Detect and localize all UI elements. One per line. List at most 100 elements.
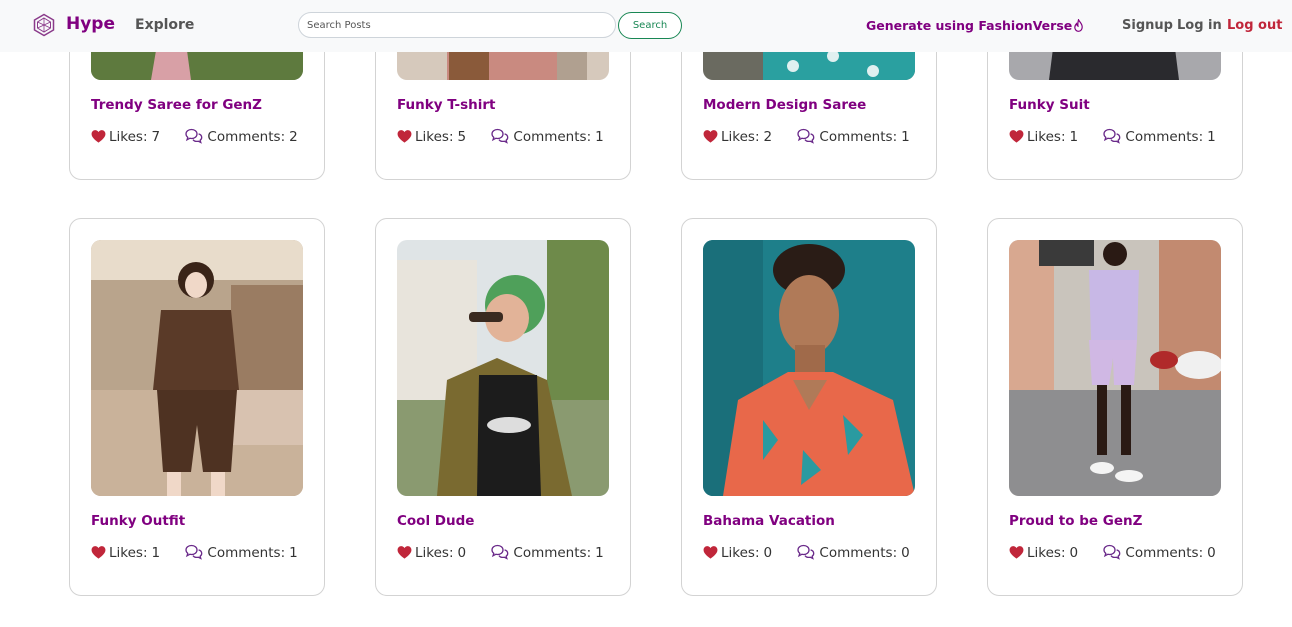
likes-count: 0 <box>763 545 773 561</box>
brand-name[interactable]: Hype <box>66 14 115 34</box>
post-title[interactable]: Trendy Saree for GenZ <box>91 97 262 113</box>
heart-icon <box>703 545 718 560</box>
likes-count: 5 <box>457 129 467 145</box>
comments-button[interactable]: Comments: 1 <box>184 544 298 561</box>
heart-icon <box>703 129 718 144</box>
comments-label: Comments: <box>513 545 592 561</box>
top-navbar: Hype Explore Search Generate using Fashi… <box>0 0 1292 52</box>
post-title[interactable]: Cool Dude <box>397 513 474 529</box>
comments-count: 1 <box>901 129 910 145</box>
comments-count: 1 <box>595 129 604 145</box>
heart-icon <box>91 545 106 560</box>
post-image[interactable] <box>1009 240 1221 496</box>
heart-icon <box>1009 129 1024 144</box>
like-button[interactable]: Likes: 7 <box>91 129 160 145</box>
post-stats: Likes: 7 Comments: 2 <box>91 128 298 145</box>
likes-label: Likes: <box>109 545 148 561</box>
comments-label: Comments: <box>1125 129 1204 145</box>
comments-label: Comments: <box>819 545 898 561</box>
comments-label: Comments: <box>513 129 592 145</box>
comments-button[interactable]: Comments: 1 <box>796 128 910 145</box>
likes-label: Likes: <box>1027 129 1066 145</box>
flame-icon <box>1074 18 1084 32</box>
post-title[interactable]: Funky T-shirt <box>397 97 495 113</box>
likes-label: Likes: <box>415 129 454 145</box>
comments-icon <box>184 544 204 560</box>
comments-label: Comments: <box>207 545 286 561</box>
comments-button[interactable]: Comments: 2 <box>184 128 298 145</box>
like-button[interactable]: Likes: 0 <box>703 545 772 561</box>
comments-button[interactable]: Comments: 1 <box>1102 128 1216 145</box>
post-stats: Likes: 5 Comments: 1 <box>397 128 604 145</box>
likes-label: Likes: <box>109 129 148 145</box>
post-stats: Likes: 2 Comments: 1 <box>703 128 910 145</box>
post-card[interactable]: Proud to be GenZ Likes: 0 Comments: 0 <box>987 218 1243 596</box>
comments-count: 0 <box>901 545 910 561</box>
post-title[interactable]: Funky Outfit <box>91 513 185 529</box>
post-title[interactable]: Bahama Vacation <box>703 513 835 529</box>
post-image[interactable] <box>397 240 609 496</box>
comments-button[interactable]: Comments: 1 <box>490 128 604 145</box>
comments-button[interactable]: Comments: 0 <box>1102 544 1216 561</box>
nav-signup-link[interactable]: Signup <box>1122 18 1173 33</box>
heart-icon <box>1009 545 1024 560</box>
likes-count: 0 <box>457 545 467 561</box>
like-button[interactable]: Likes: 1 <box>91 545 160 561</box>
likes-count: 0 <box>1069 545 1079 561</box>
post-stats: Likes: 1 Comments: 1 <box>1009 128 1216 145</box>
likes-count: 7 <box>151 129 161 145</box>
post-title[interactable]: Funky Suit <box>1009 97 1090 113</box>
likes-label: Likes: <box>721 129 760 145</box>
heart-icon <box>91 129 106 144</box>
post-image[interactable] <box>703 240 915 496</box>
post-title[interactable]: Modern Design Saree <box>703 97 866 113</box>
post-stats: Likes: 1 Comments: 1 <box>91 544 298 561</box>
generate-fashionverse-link[interactable]: Generate using FashionVerse <box>866 18 1084 33</box>
search-input[interactable] <box>298 12 616 38</box>
post-card[interactable]: Funky Outfit Likes: 1 Comments: 1 <box>69 218 325 596</box>
hexagon-logo-icon[interactable] <box>32 13 56 37</box>
comments-icon <box>1102 128 1122 144</box>
comments-label: Comments: <box>207 129 286 145</box>
heart-icon <box>397 545 412 560</box>
heart-icon <box>397 129 412 144</box>
post-stats: Likes: 0 Comments: 1 <box>397 544 604 561</box>
nav-logout-link[interactable]: Log out <box>1227 18 1282 33</box>
comments-count: 1 <box>1207 129 1216 145</box>
comments-label: Comments: <box>1125 545 1204 561</box>
search-button[interactable]: Search <box>618 12 682 39</box>
post-stats: Likes: 0 Comments: 0 <box>703 544 910 561</box>
nav-login-link[interactable]: Log in <box>1177 18 1222 33</box>
like-button[interactable]: Likes: 0 <box>397 545 466 561</box>
like-button[interactable]: Likes: 0 <box>1009 545 1078 561</box>
post-card[interactable]: Bahama Vacation Likes: 0 Comments: 0 <box>681 218 937 596</box>
likes-count: 2 <box>763 129 773 145</box>
likes-count: 1 <box>1069 129 1079 145</box>
likes-label: Likes: <box>1027 545 1066 561</box>
comments-icon <box>1102 544 1122 560</box>
comments-count: 1 <box>289 545 298 561</box>
likes-label: Likes: <box>721 545 760 561</box>
like-button[interactable]: Likes: 1 <box>1009 129 1078 145</box>
comments-button[interactable]: Comments: 0 <box>796 544 910 561</box>
likes-label: Likes: <box>415 545 454 561</box>
comments-icon <box>796 128 816 144</box>
comments-count: 1 <box>595 545 604 561</box>
comments-icon <box>490 128 510 144</box>
comments-label: Comments: <box>819 129 898 145</box>
nav-explore-link[interactable]: Explore <box>135 17 194 33</box>
post-title[interactable]: Proud to be GenZ <box>1009 513 1142 529</box>
comments-icon <box>490 544 510 560</box>
like-button[interactable]: Likes: 5 <box>397 129 466 145</box>
comments-icon <box>184 128 204 144</box>
comments-icon <box>796 544 816 560</box>
likes-count: 1 <box>151 545 161 561</box>
generate-label: Generate using FashionVerse <box>866 18 1073 33</box>
like-button[interactable]: Likes: 2 <box>703 129 772 145</box>
comments-count: 0 <box>1207 545 1216 561</box>
comments-count: 2 <box>289 129 298 145</box>
post-image[interactable] <box>91 240 303 496</box>
comments-button[interactable]: Comments: 1 <box>490 544 604 561</box>
post-card[interactable]: Cool Dude Likes: 0 Comments: 1 <box>375 218 631 596</box>
post-stats: Likes: 0 Comments: 0 <box>1009 544 1216 561</box>
